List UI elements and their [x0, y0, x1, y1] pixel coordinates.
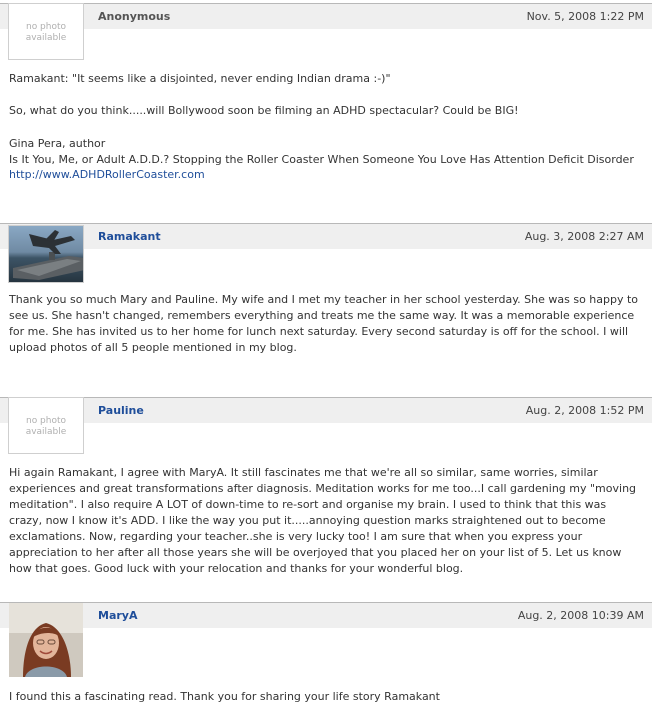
avatar-photo[interactable] — [9, 603, 83, 677]
comment-text: I found this a fascinating read. Thank y… — [9, 690, 440, 703]
comment-paragraph: Is It You, Me, or Adult A.D.D.? Stopping… — [9, 153, 634, 166]
comment-header: MaryA Aug. 2, 2008 10:39 AM — [0, 602, 652, 628]
comment-date: Aug. 3, 2008 2:27 AM — [524, 230, 644, 243]
comment-author-link[interactable]: Ramakant — [98, 230, 161, 243]
no-photo-label: no photo available — [25, 22, 67, 43]
comment-link-line: http://www.ADHDRollerCoaster.com — [9, 167, 639, 183]
comment-author-link[interactable]: MaryA — [98, 609, 137, 622]
comment-header: Anonymous Nov. 5, 2008 1:22 PM — [0, 3, 652, 29]
avatar-no-photo: no photo available — [8, 397, 84, 454]
comment-text: Thank you so much Mary and Pauline. My w… — [9, 293, 639, 354]
aircraft-carrier-photo — [9, 226, 83, 282]
comment-author: Anonymous — [98, 10, 171, 23]
comment-date: Nov. 5, 2008 1:22 PM — [526, 10, 644, 23]
avatar-no-photo: no photo available — [8, 3, 84, 60]
comment-header: Pauline Aug. 2, 2008 1:52 PM — [0, 397, 652, 423]
no-photo-label: no photo available — [25, 416, 67, 437]
comment-date: Aug. 2, 2008 10:39 AM — [517, 609, 644, 622]
comment-header: Ramakant Aug. 3, 2008 2:27 AM — [0, 223, 652, 249]
comment-text: Hi again Ramakant, I agree with MaryA. I… — [9, 466, 637, 575]
woman-portrait-photo — [9, 603, 83, 677]
comment-author-link[interactable]: Pauline — [98, 404, 144, 417]
comment-paragraph: Gina Pera, author — [9, 137, 106, 150]
author-website-link[interactable]: http://www.ADHDRollerCoaster.com — [9, 168, 205, 181]
comment-date: Aug. 2, 2008 1:52 PM — [525, 404, 644, 417]
comment-paragraph: So, what do you think.....will Bollywood… — [9, 104, 519, 117]
comment-paragraph: Ramakant: "It seems like a disjointed, n… — [9, 72, 391, 85]
avatar-photo[interactable] — [8, 225, 84, 283]
